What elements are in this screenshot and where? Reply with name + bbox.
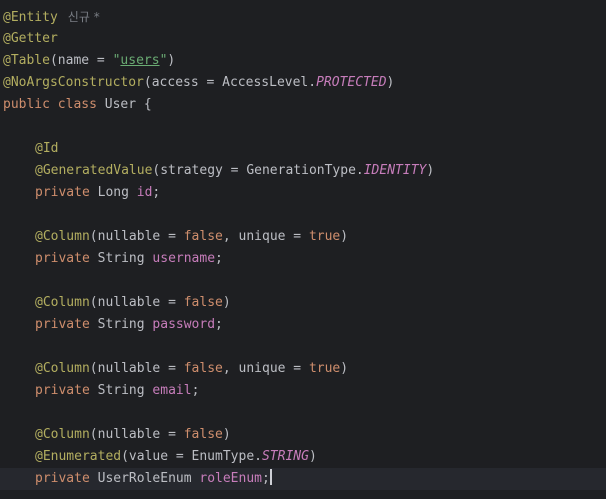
code-line-email-column[interactable]: @Column(nullable = false, unique = true) xyxy=(0,358,606,380)
noargs-args-close: ) xyxy=(386,75,395,90)
semicolon: ; xyxy=(191,383,200,398)
annotation-noargs: @NoArgsConstructor xyxy=(3,75,144,90)
class-name: User { xyxy=(104,97,152,112)
annotation-table: @Table xyxy=(3,53,50,68)
code-line-generated-value[interactable]: @GeneratedValue(strategy = GenerationTyp… xyxy=(0,160,606,182)
private-keyword: private xyxy=(35,383,98,398)
field-type: Long xyxy=(97,185,137,200)
column-args-open: (nullable = xyxy=(89,361,184,376)
code-line-id-annotation[interactable]: @Id xyxy=(0,138,606,160)
column-args-mid: , unique = xyxy=(222,361,309,376)
literal-true: true xyxy=(308,229,341,244)
generated-args-open: (strategy = GenerationType. xyxy=(152,163,364,178)
table-name-string: "users" xyxy=(113,53,168,68)
semicolon: ; xyxy=(262,471,270,486)
annotation-column: @Column xyxy=(35,427,90,442)
column-args-open: (nullable = xyxy=(89,427,184,442)
annotation-enumerated: @Enumerated xyxy=(35,449,122,464)
code-line-email-field[interactable]: private String email; xyxy=(0,380,606,402)
annotation-column: @Column xyxy=(35,229,90,244)
field-name-password: password xyxy=(152,317,216,332)
code-line-enumerated[interactable]: @Enumerated(value = EnumType.STRING) xyxy=(0,446,606,468)
code-line-getter[interactable]: @Getter xyxy=(0,28,606,50)
code-line-username-field[interactable]: private String username; xyxy=(0,248,606,270)
annotation-id: @Id xyxy=(35,141,59,156)
field-type: String xyxy=(97,383,153,398)
column-args-close: ) xyxy=(340,361,349,376)
noargs-const: PROTECTED xyxy=(316,75,387,90)
code-line-entity[interactable]: @Entity 신규 * xyxy=(0,6,606,28)
column-args-close: ) xyxy=(222,295,231,310)
private-keyword: private xyxy=(35,471,98,486)
table-name-value: users xyxy=(120,53,160,68)
class-keywords: public class xyxy=(3,97,105,112)
literal-false: false xyxy=(183,427,223,442)
literal-false: false xyxy=(183,229,223,244)
semicolon: ; xyxy=(215,251,223,266)
semicolon: ; xyxy=(152,185,161,200)
annotation-column: @Column xyxy=(35,295,90,310)
enumerated-const: STRING xyxy=(261,449,309,464)
semicolon: ; xyxy=(215,317,223,332)
private-keyword: private xyxy=(35,317,98,332)
field-name-roleenum: roleEnum xyxy=(199,471,262,486)
field-type: UserRoleEnum xyxy=(97,471,200,486)
code-line-password-column[interactable]: @Column(nullable = false) xyxy=(0,292,606,314)
field-name-email: email xyxy=(152,383,192,398)
field-name-username: username xyxy=(152,251,216,266)
table-args-open: (name = xyxy=(49,53,113,68)
code-line-noargs[interactable]: @NoArgsConstructor(access = AccessLevel.… xyxy=(0,72,606,94)
field-name-id: id xyxy=(136,185,153,200)
column-args-open: (nullable = xyxy=(89,295,184,310)
code-line-id-field[interactable]: private Long id; xyxy=(0,182,606,204)
code-line-role-column[interactable]: @Column(nullable = false) xyxy=(0,424,606,446)
code-line-table[interactable]: @Table(name = "users") xyxy=(0,50,606,72)
literal-false: false xyxy=(183,361,223,376)
enumerated-args-close: ) xyxy=(308,449,317,464)
private-keyword: private xyxy=(35,251,98,266)
code-line-class[interactable]: public class User { xyxy=(0,94,606,116)
generated-args-close: ) xyxy=(426,163,435,178)
column-args-close: ) xyxy=(222,427,231,442)
literal-true: true xyxy=(308,361,341,376)
annotation-entity: @Entity xyxy=(3,10,58,25)
field-type: String xyxy=(97,317,153,332)
literal-false: false xyxy=(183,295,223,310)
column-args-mid: , unique = xyxy=(222,229,309,244)
annotation-getter: @Getter xyxy=(3,31,58,46)
inlay-hint: 신규 * xyxy=(67,10,100,24)
enumerated-args-open: (value = EnumType. xyxy=(121,449,262,464)
text-cursor xyxy=(269,469,272,485)
code-line-username-column[interactable]: @Column(nullable = false, unique = true) xyxy=(0,226,606,248)
generated-const: IDENTITY xyxy=(363,163,427,178)
private-keyword: private xyxy=(35,185,98,200)
code-line-role-field[interactable]: private UserRoleEnum roleEnum; xyxy=(0,468,606,490)
code-line-password-field[interactable]: private String password; xyxy=(0,314,606,336)
column-args-open: (nullable = xyxy=(89,229,184,244)
annotation-column: @Column xyxy=(35,361,90,376)
noargs-args-open: (access = AccessLevel. xyxy=(143,75,317,90)
field-type: String xyxy=(97,251,153,266)
code-editor[interactable]: @Entity 신규 * @Getter @Table(name = "users… xyxy=(0,0,606,499)
table-args-close: ) xyxy=(167,53,176,68)
annotation-generated-value: @GeneratedValue xyxy=(35,163,153,178)
column-args-close: ) xyxy=(340,229,349,244)
